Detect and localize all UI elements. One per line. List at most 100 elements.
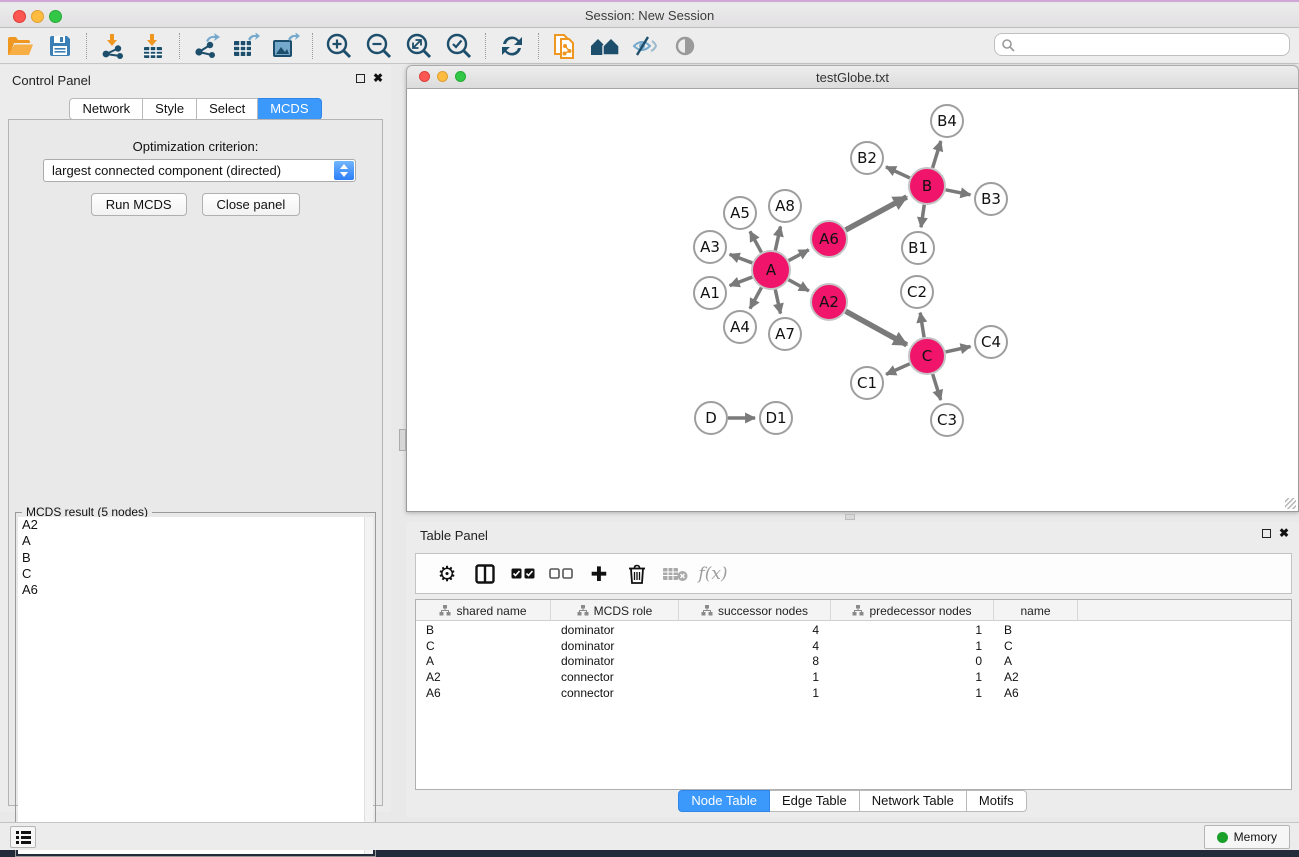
apply-function-icon[interactable]: f(x) (694, 557, 732, 591)
table-row[interactable]: C dominator 4 1 C (416, 639, 1291, 655)
result-scrollbar[interactable] (364, 517, 373, 854)
delete-table-icon[interactable] (656, 557, 694, 591)
optimization-criterion-select[interactable]: largest connected component (directed) (43, 159, 356, 182)
graph-edge-C-C3[interactable] (933, 374, 941, 400)
zoom-out-icon[interactable] (359, 30, 399, 62)
mcds-result-item[interactable]: B (18, 550, 373, 566)
zoom-in-icon[interactable] (319, 30, 359, 62)
export-table-icon[interactable] (226, 30, 266, 62)
graph-edge-A-A7[interactable] (775, 290, 780, 314)
graph-node-label-A8: A8 (775, 197, 795, 215)
save-session-icon[interactable] (40, 30, 80, 62)
network-graph[interactable]: B4B2BB3A5A8A6B1A3AA1C2A2A4A7C4CC1C3DD1 (407, 89, 1298, 511)
zoom-selected-icon[interactable] (439, 30, 479, 62)
tab-select[interactable]: Select (197, 98, 258, 120)
apply-layout-icon[interactable] (492, 30, 532, 62)
graph-edge-A2-C[interactable] (846, 311, 907, 345)
graph-edge-A-A6[interactable] (789, 250, 809, 261)
application-window: Session: New Session (0, 0, 1299, 848)
table-panel-title: Table Panel (420, 528, 488, 543)
tab-style[interactable]: Style (143, 98, 197, 120)
export-network-icon[interactable] (186, 30, 226, 62)
graph-node-label-C: C (922, 347, 932, 365)
window-resize-grip[interactable] (1285, 498, 1296, 509)
close-panel-icon[interactable]: ✖ (373, 73, 383, 83)
graph-edge-B-B2[interactable] (886, 167, 910, 178)
deselect-all-icon[interactable] (542, 557, 580, 591)
graph-edge-B-B3[interactable] (946, 190, 971, 195)
table-toolbar: ⚙ ✚ f(x) (415, 553, 1292, 594)
import-network-icon[interactable] (93, 30, 133, 62)
mcds-result-list[interactable]: A2 A B C A6 (18, 517, 373, 854)
tab-edge-table[interactable]: Edge Table (770, 790, 860, 812)
show-graphics-details-icon[interactable] (665, 30, 705, 62)
export-image-icon[interactable] (266, 30, 306, 62)
table-body: B dominator 4 1 B C dominator 4 1 C A do… (416, 623, 1291, 701)
delete-column-icon[interactable] (618, 557, 656, 591)
control-panel: Control Panel ✖ Network Style Select MCD… (0, 65, 391, 812)
show-columns-icon[interactable] (466, 557, 504, 591)
network-canvas[interactable]: B4B2BB3A5A8A6B1A3AA1C2A2A4A7C4CC1C3DD1 (406, 89, 1299, 512)
graph-edge-B-B4[interactable] (933, 141, 941, 168)
table-row[interactable]: B dominator 4 1 B (416, 623, 1291, 639)
toolbar-separator (86, 33, 87, 59)
graph-edge-C-C4[interactable] (946, 346, 971, 351)
hide-selected-icon[interactable] (625, 30, 665, 62)
mcds-result-item[interactable]: A6 (18, 582, 373, 598)
column-header-successor-nodes[interactable]: successor nodes (679, 600, 831, 621)
tab-motifs[interactable]: Motifs (967, 790, 1027, 812)
mcds-result-item[interactable]: A2 (18, 517, 373, 533)
add-column-icon[interactable]: ✚ (580, 557, 618, 591)
mcds-result-item[interactable]: C (18, 566, 373, 582)
column-header-shared-name[interactable]: shared name (416, 600, 551, 621)
close-panel-button[interactable]: Close panel (202, 193, 301, 216)
import-table-icon[interactable] (133, 30, 173, 62)
graph-edge-C-C1[interactable] (886, 364, 910, 375)
table-settings-icon[interactable]: ⚙ (428, 557, 466, 591)
search-input[interactable] (1015, 34, 1289, 55)
graph-edge-A-A2[interactable] (789, 280, 809, 291)
mcds-result-item[interactable]: A (18, 533, 373, 549)
tab-network-table[interactable]: Network Table (860, 790, 967, 812)
graph-edge-A-A8[interactable] (775, 227, 780, 251)
run-mcds-button[interactable]: Run MCDS (91, 193, 187, 216)
tab-node-table[interactable]: Node Table (678, 790, 770, 812)
float-panel-icon[interactable] (356, 74, 365, 83)
column-header-name[interactable]: name (994, 600, 1078, 621)
list-icon (16, 831, 31, 844)
table-row[interactable]: A dominator 8 0 A (416, 654, 1291, 670)
horizontal-splitter-handle[interactable] (845, 514, 855, 520)
table-row[interactable]: A6 connector 1 1 A6 (416, 686, 1291, 702)
show-all-icon[interactable] (585, 30, 625, 62)
toolbar-separator (312, 33, 313, 59)
panel-divider-handle[interactable] (399, 429, 406, 451)
zoom-fit-icon[interactable] (399, 30, 439, 62)
toolbar-separator (538, 33, 539, 59)
graph-edge-A-A5[interactable] (750, 231, 761, 252)
close-table-panel-icon[interactable]: ✖ (1279, 528, 1289, 538)
graph-node-label-A4: A4 (730, 318, 750, 336)
network-window-titlebar[interactable]: testGlobe.txt (406, 65, 1299, 89)
graph-node-label-B3: B3 (981, 190, 1001, 208)
graph-edge-A-A3[interactable] (730, 254, 753, 263)
table-row[interactable]: A2 connector 1 1 A2 (416, 670, 1291, 686)
graph-edge-A-A1[interactable] (730, 277, 753, 286)
graph-edge-A-A4[interactable] (750, 288, 761, 309)
graph-edge-B-B1[interactable] (921, 205, 924, 227)
graph-edge-A6-B[interactable] (846, 197, 907, 230)
float-table-panel-icon[interactable] (1262, 529, 1271, 538)
column-header-mcds-role[interactable]: MCDS role (551, 600, 679, 621)
tab-network[interactable]: Network (69, 98, 143, 120)
select-all-icon[interactable] (504, 557, 542, 591)
clone-network-icon[interactable] (545, 30, 585, 62)
column-type-icon (439, 605, 451, 616)
table-panel-tabs: Node Table Edge Table Network Table Moti… (406, 790, 1299, 812)
column-header-predecessor-nodes[interactable]: predecessor nodes (831, 600, 994, 621)
memory-button[interactable]: Memory (1204, 825, 1290, 849)
node-table: shared name MCDS role successor nodes pr… (415, 599, 1292, 790)
graph-edge-C-C2[interactable] (920, 313, 924, 337)
tab-mcds[interactable]: MCDS (258, 98, 321, 120)
task-history-button[interactable] (10, 826, 36, 848)
search-box[interactable] (994, 33, 1290, 56)
open-file-icon[interactable] (0, 30, 40, 62)
